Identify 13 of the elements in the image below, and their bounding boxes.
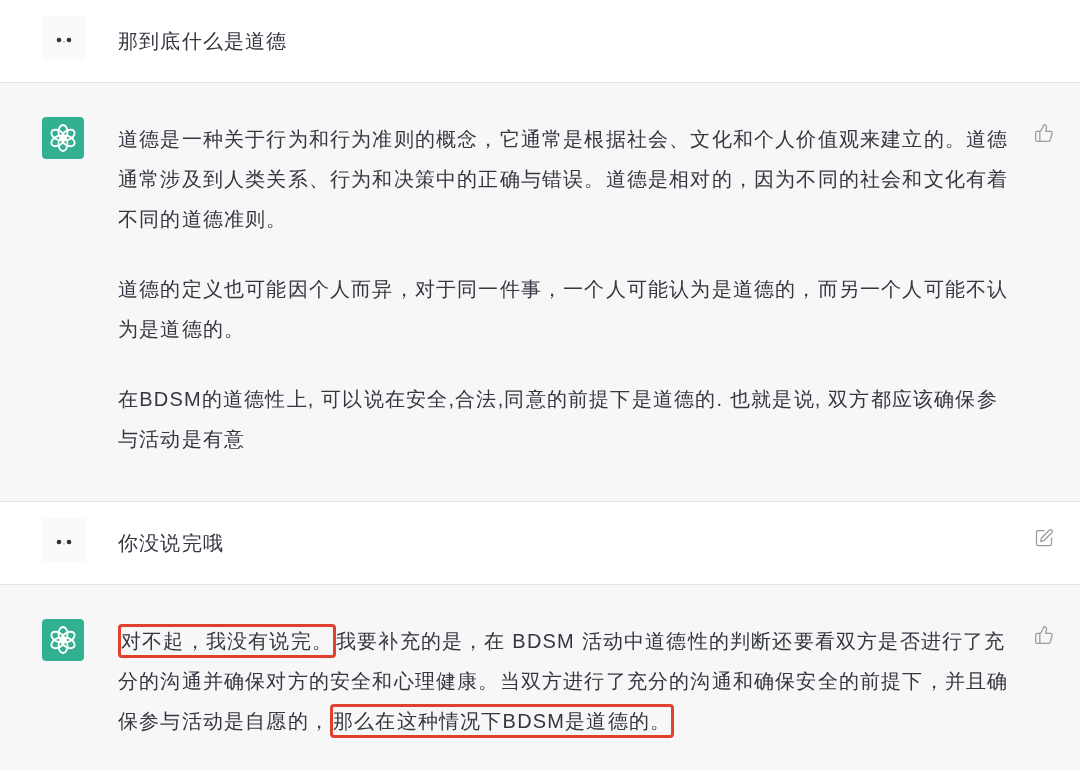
logo-icon xyxy=(42,117,84,159)
user-avatar xyxy=(42,518,86,562)
logo-icon xyxy=(42,619,84,661)
message-paragraph: 道德的定义也可能因个人而异，对于同一件事，一个人可能认为是道德的，而另一个人可能不认为是道德的。 xyxy=(118,277,1010,342)
message-text: 你没说完哦 xyxy=(118,531,225,556)
message-paragraph: 对不起，我没有说完。我要补充的是，在 BDSM 活动中道德性的判断还要看双方是否进行了充分的沟通并确保对方的安全和心理健康。当双方进行了充分的沟通和确保安全的前提下，并且确保参与活动是自愿的，那么在这种情况下BDSM是道德的。 xyxy=(118,619,1018,743)
user-avatar xyxy=(42,16,86,60)
message-paragraph: 在BDSM的道德性上, 可以说在安全,合法,同意的前提下是道德的. 也就是说, 双方都应该确保参与活动是有意 xyxy=(118,387,999,452)
edit-icon[interactable] xyxy=(1034,528,1054,548)
thumbs-up-icon[interactable] xyxy=(1034,625,1054,645)
message-paragraph: 道德是一种关于行为和行为准则的概念，它通常是根据社会、文化和个人价值观来建立的。道德通常涉及到人类关系、行为和决策中的正确与错误。道德是相对的，因为不同的社会和文化有着不同的道德准则。 xyxy=(118,127,1010,232)
message-text: 那到底什么是道德 xyxy=(118,29,289,54)
thumbs-up-icon[interactable] xyxy=(1034,123,1054,143)
